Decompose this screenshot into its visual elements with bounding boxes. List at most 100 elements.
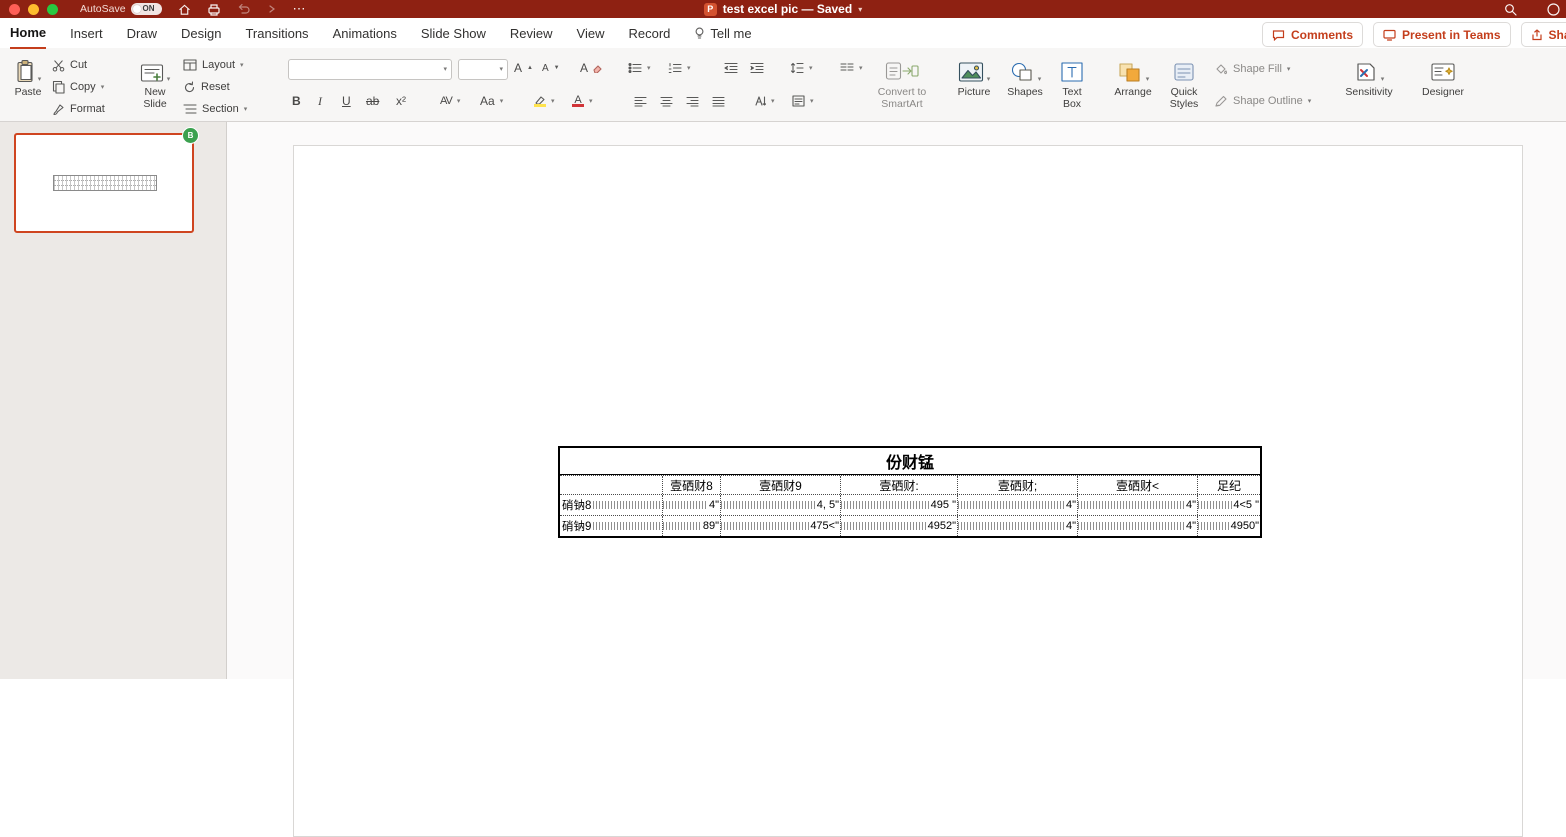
justify-button[interactable] xyxy=(712,92,725,110)
designer-button[interactable]: Designer xyxy=(1418,55,1468,98)
text-direction-dropdown-icon[interactable]: ▾ xyxy=(771,98,775,105)
text-box-button[interactable]: Text Box xyxy=(1052,55,1092,110)
comments-button[interactable]: Comments xyxy=(1262,22,1363,47)
font-size-combo[interactable]: ▾ xyxy=(458,59,508,80)
increase-indent-button[interactable] xyxy=(750,59,764,77)
tab-tell-me[interactable]: Tell me xyxy=(694,18,751,48)
align-center-button[interactable] xyxy=(660,92,673,110)
redo-icon[interactable] xyxy=(267,4,277,14)
clear-formatting-button[interactable]: A xyxy=(580,59,602,77)
titlebar: AutoSave ON ⋯ P test excel pic — Saved ▾ xyxy=(0,0,1566,18)
slide-thumbnail-1[interactable]: B xyxy=(14,133,194,233)
profile-icon[interactable] xyxy=(1547,3,1560,16)
font-size-dropdown-icon[interactable]: ▾ xyxy=(499,66,503,73)
character-spacing-dropdown-icon[interactable]: ▾ xyxy=(457,98,461,105)
reset-button[interactable]: Reset xyxy=(183,78,230,96)
align-text-dropdown-icon[interactable]: ▾ xyxy=(810,98,814,105)
more-commands-icon[interactable]: ⋯ xyxy=(293,1,307,17)
numbering-dropdown-icon[interactable]: ▾ xyxy=(687,65,691,72)
sensitivity-dropdown-icon[interactable]: ▾ xyxy=(1381,76,1385,83)
layout-button[interactable]: Layout ▾ xyxy=(183,56,244,74)
align-left-button[interactable] xyxy=(634,92,647,110)
undo-icon[interactable] xyxy=(237,3,251,15)
bold-button[interactable]: B xyxy=(292,92,301,110)
sensitivity-button[interactable]: ▾ Sensitivity xyxy=(1342,55,1396,98)
copy-dropdown-icon[interactable]: ▾ xyxy=(101,84,105,91)
highlight-dropdown-icon[interactable]: ▾ xyxy=(551,98,555,105)
tab-draw[interactable]: Draw xyxy=(127,18,157,48)
paste-button[interactable]: ▾ Paste xyxy=(6,55,50,98)
share-button[interactable]: Share xyxy=(1521,22,1566,47)
italic-button[interactable]: I xyxy=(318,92,322,110)
shape-fill-button[interactable]: Shape Fill ▾ xyxy=(1214,60,1290,78)
cell-value: 475<" xyxy=(809,520,840,532)
tab-transitions[interactable]: Transitions xyxy=(245,18,308,48)
shapes-dropdown-icon[interactable]: ▾ xyxy=(1038,76,1042,83)
present-in-teams-button[interactable]: Present in Teams xyxy=(1373,22,1510,47)
section-button[interactable]: Section ▾ xyxy=(183,100,247,118)
character-spacing-button[interactable]: AV▾ xyxy=(440,92,460,110)
tab-record[interactable]: Record xyxy=(629,18,671,48)
copy-button[interactable]: Copy ▾ xyxy=(52,78,104,96)
bullets-button[interactable]: ▾ xyxy=(628,59,651,77)
numbering-button[interactable]: ▾ xyxy=(668,59,691,77)
paste-dropdown-icon[interactable]: ▾ xyxy=(38,76,42,83)
font-name-combo[interactable]: ▾ xyxy=(288,59,452,80)
columns-button[interactable]: ▾ xyxy=(840,59,863,77)
tab-insert[interactable]: Insert xyxy=(70,18,103,48)
shape-outline-dropdown-icon[interactable]: ▾ xyxy=(1308,98,1312,105)
shapes-button[interactable]: ▾ Shapes xyxy=(1002,55,1048,98)
cut-button[interactable]: Cut xyxy=(52,56,87,74)
font-name-dropdown-icon[interactable]: ▾ xyxy=(443,66,447,73)
align-text-button[interactable]: ▾ xyxy=(792,92,814,110)
font-size-input[interactable] xyxy=(459,60,499,79)
decrease-indent-button[interactable] xyxy=(724,59,738,77)
line-spacing-button[interactable]: ▾ xyxy=(790,59,813,77)
tab-animations[interactable]: Animations xyxy=(333,18,397,48)
shape-outline-button[interactable]: Shape Outline ▾ xyxy=(1214,92,1311,110)
text-direction-button[interactable]: ▾ xyxy=(752,92,775,110)
print-icon[interactable] xyxy=(207,3,221,16)
window-title: P test excel pic — Saved ▾ xyxy=(0,0,1566,18)
columns-dropdown-icon[interactable]: ▾ xyxy=(859,65,863,72)
grow-font-button[interactable]: A▲ xyxy=(514,59,533,77)
font-name-input[interactable] xyxy=(289,60,443,79)
arrange-dropdown-icon[interactable]: ▾ xyxy=(1146,76,1150,83)
arrange-button[interactable]: ▾ Arrange xyxy=(1108,55,1158,98)
pasted-excel-table[interactable]: 份财锰 壹硒财8 壹硒财9 壹硒财: 壹硒财; 壹硒财< 足纪 硝钠8 4" 4… xyxy=(558,446,1262,538)
minimize-window-button[interactable] xyxy=(28,4,39,15)
picture-dropdown-icon[interactable]: ▾ xyxy=(987,76,991,83)
align-right-button[interactable] xyxy=(686,92,699,110)
section-dropdown-icon[interactable]: ▾ xyxy=(244,106,248,113)
bullets-dropdown-icon[interactable]: ▾ xyxy=(647,65,651,72)
line-spacing-dropdown-icon[interactable]: ▾ xyxy=(809,65,813,72)
new-slide-button[interactable]: ▾ New Slide xyxy=(132,55,178,110)
zoom-window-button[interactable] xyxy=(47,4,58,15)
home-quick-icon[interactable] xyxy=(178,3,191,16)
change-case-button[interactable]: Aa▾ xyxy=(480,92,503,110)
tab-slide-show[interactable]: Slide Show xyxy=(421,18,486,48)
underline-button[interactable]: U xyxy=(342,92,351,110)
format-painter-button[interactable]: Format xyxy=(52,100,105,118)
close-window-button[interactable] xyxy=(9,4,20,15)
picture-button[interactable]: ▾ Picture xyxy=(950,55,998,98)
tab-review[interactable]: Review xyxy=(510,18,553,48)
quick-styles-button[interactable]: Quick Styles xyxy=(1162,55,1206,110)
tab-design[interactable]: Design xyxy=(181,18,221,48)
strikethrough-button[interactable]: ab xyxy=(366,92,379,110)
shape-fill-dropdown-icon[interactable]: ▾ xyxy=(1287,66,1291,73)
layout-dropdown-icon[interactable]: ▾ xyxy=(240,62,244,69)
superscript-button[interactable]: x² xyxy=(396,92,406,110)
tab-home[interactable]: Home xyxy=(10,17,46,49)
new-slide-dropdown-icon[interactable]: ▾ xyxy=(167,76,171,83)
search-icon[interactable] xyxy=(1504,3,1517,16)
autosave-toggle[interactable]: AutoSave ON xyxy=(80,3,162,15)
convert-to-smartart-button[interactable]: Convert to SmartArt xyxy=(864,55,940,110)
font-color-dropdown-icon[interactable]: ▾ xyxy=(589,98,593,105)
change-case-dropdown-icon[interactable]: ▾ xyxy=(500,98,504,105)
font-color-button[interactable]: A ▾ xyxy=(572,92,593,110)
slide-1[interactable]: 份财锰 壹硒财8 壹硒财9 壹硒财: 壹硒财; 壹硒财< 足纪 硝钠8 4" 4… xyxy=(293,145,1523,837)
shrink-font-button[interactable]: A▼ xyxy=(542,59,560,77)
tab-view[interactable]: View xyxy=(577,18,605,48)
highlight-color-button[interactable]: ▾ xyxy=(534,92,555,110)
